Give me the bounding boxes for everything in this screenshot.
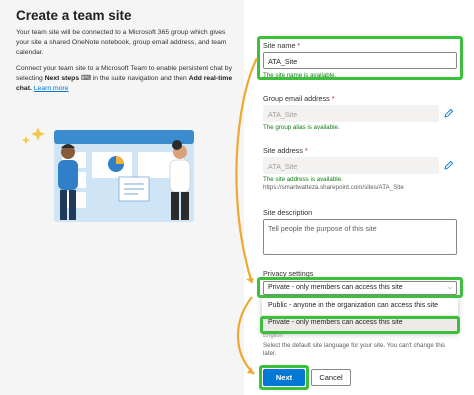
site-address-label-text: Site address [263,146,303,155]
team-illustration [21,127,194,222]
chat-icon: ⌨ [79,75,91,82]
privacy-option-private[interactable]: Private - only members can access this s… [262,315,458,331]
next-steps-text: Next steps [44,75,80,82]
required-marker: * [297,41,301,50]
dialog-title: Create a team site [16,8,132,23]
intro-text: Your team site will be connected to a Mi… [16,29,227,56]
group-email-input[interactable]: ATA_Site [263,105,439,122]
pencil-icon[interactable] [444,108,454,118]
privacy-options-menu: Public - anyone in the organization can … [262,296,458,332]
group-email-label: Group email address * [263,94,335,103]
privacy-selected-value: Private - only members can access this s… [268,284,403,291]
required-marker: * [304,146,308,155]
site-name-input[interactable]: ATA_Site [263,52,457,69]
privacy-option-public[interactable]: Public - anyone in the organization can … [262,298,458,314]
site-address-status: The site address is available. [263,176,343,183]
site-name-label: Site name * [263,41,300,50]
group-email-status: The group alias is available. [263,124,340,131]
chevron-down-icon[interactable]: ⌵ [447,285,452,292]
site-description-label: Site description [263,208,313,217]
privacy-settings-label: Privacy settings [263,269,314,278]
site-url: https://smartwatteza.sharepoint.com/site… [263,184,404,191]
site-address-label: Site address * [263,146,308,155]
site-address-input[interactable]: ATA_Site [263,157,439,174]
learn-more-link[interactable]: Learn more [34,85,69,92]
group-email-label-text: Group email address [263,94,330,103]
privacy-dropdown[interactable]: Private - only members can access this s… [263,281,457,295]
language-help: Select the default site language for you… [263,342,446,357]
site-name-status: The site name is available. [263,72,337,79]
language-value: English [263,333,283,339]
connect-text: Connect your team site to a Microsoft Te… [16,64,238,94]
site-name-label-text: Site name [263,41,296,50]
next-button[interactable]: Next [263,369,305,386]
site-description-input[interactable]: Tell people the purpose of this site [263,219,457,255]
cancel-button[interactable]: Cancel [311,369,351,386]
connect-text-mid: in the suite navigation and then [90,75,189,82]
required-marker: * [331,94,335,103]
pencil-icon[interactable] [444,160,454,170]
